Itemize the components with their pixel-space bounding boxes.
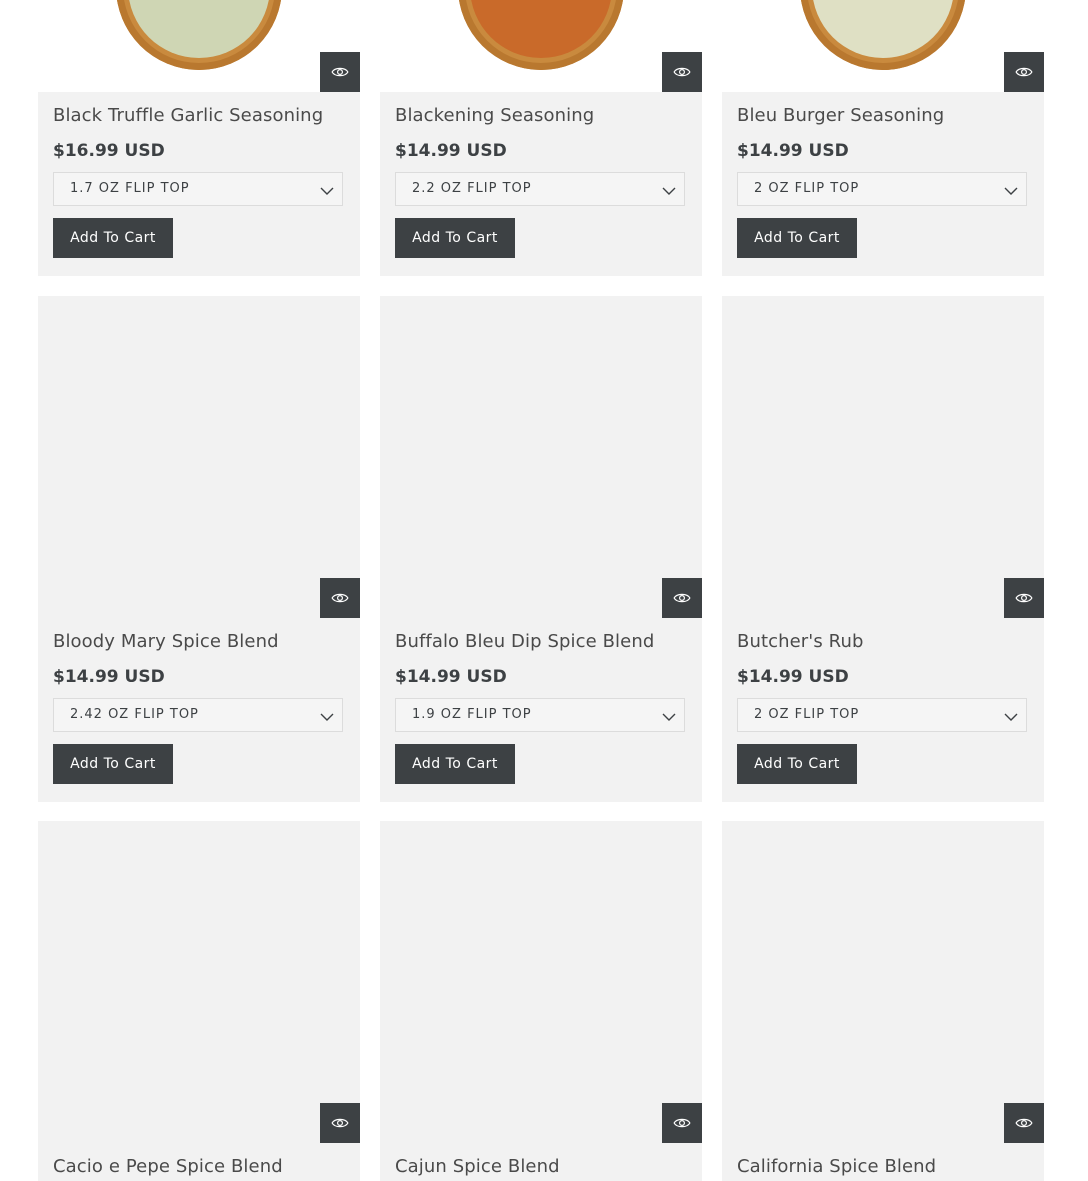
eye-icon <box>331 63 349 81</box>
product-image[interactable] <box>380 296 702 618</box>
add-to-cart-button[interactable]: Add To Cart <box>737 744 857 784</box>
eye-icon <box>673 63 691 81</box>
spice-bowl-image <box>458 0 624 70</box>
variant-selected-value: 2.2 OZ FLIP TOP <box>412 181 532 196</box>
product-image[interactable] <box>38 0 360 92</box>
product-title[interactable]: Buffalo Bleu Dip Spice Blend <box>395 631 654 652</box>
variant-select[interactable]: 2 OZ FLIP TOP <box>737 698 1027 732</box>
product-title[interactable]: California Spice Blend <box>737 1156 936 1177</box>
eye-icon <box>673 589 691 607</box>
product-card: Cacio e Pepe Spice Blend <box>38 821 360 1181</box>
eye-icon <box>673 1114 691 1132</box>
variant-select[interactable]: 1.9 OZ FLIP TOP <box>395 698 685 732</box>
product-card: Blackening Seasoning $14.99 USD 2.2 OZ FLI… <box>380 0 702 276</box>
product-title[interactable]: Butcher's Rub <box>737 631 863 652</box>
product-image[interactable] <box>722 296 1044 618</box>
product-image[interactable] <box>380 0 702 92</box>
product-card: Buffalo Bleu Dip Spice Blend $14.99 USD 1.… <box>380 296 702 802</box>
variant-select[interactable]: 1.7 OZ FLIP TOP <box>53 172 343 206</box>
eye-icon <box>1015 63 1033 81</box>
quick-view-button[interactable] <box>1004 52 1044 92</box>
product-price: $14.99 USD <box>737 141 849 161</box>
variant-selected-value: 1.9 OZ FLIP TOP <box>412 707 532 722</box>
product-grid: Black Truffle Garlic Seasoning $16.99 USD… <box>0 0 1088 1181</box>
product-image[interactable] <box>722 821 1044 1143</box>
chevron-down-icon <box>1004 709 1018 723</box>
quick-view-button[interactable] <box>662 52 702 92</box>
variant-select[interactable]: 2.2 OZ FLIP TOP <box>395 172 685 206</box>
product-title[interactable]: Cacio e Pepe Spice Blend <box>53 1156 283 1177</box>
variant-select[interactable]: 2 OZ FLIP TOP <box>737 172 1027 206</box>
quick-view-button[interactable] <box>662 578 702 618</box>
product-card: Cajun Spice Blend <box>380 821 702 1181</box>
variant-select[interactable]: 2.42 OZ FLIP TOP <box>53 698 343 732</box>
product-price: $16.99 USD <box>53 141 165 161</box>
variant-selected-value: 2.42 OZ FLIP TOP <box>70 707 199 722</box>
add-to-cart-button[interactable]: Add To Cart <box>395 744 515 784</box>
spice-bowl-image <box>116 0 282 70</box>
quick-view-button[interactable] <box>320 578 360 618</box>
product-title[interactable]: Black Truffle Garlic Seasoning <box>53 105 323 126</box>
chevron-down-icon <box>320 709 334 723</box>
product-price: $14.99 USD <box>737 667 849 687</box>
product-image[interactable] <box>722 0 1044 92</box>
add-to-cart-button[interactable]: Add To Cart <box>737 218 857 258</box>
product-card: Black Truffle Garlic Seasoning $16.99 USD… <box>38 0 360 276</box>
quick-view-button[interactable] <box>1004 578 1044 618</box>
product-image[interactable] <box>38 821 360 1143</box>
eye-icon <box>331 1114 349 1132</box>
product-title[interactable]: Cajun Spice Blend <box>395 1156 560 1177</box>
product-card: Bloody Mary Spice Blend $14.99 USD 2.42 OZ… <box>38 296 360 802</box>
product-card: Butcher's Rub $14.99 USD 2 OZ FLIP TOP Add … <box>722 296 1044 802</box>
quick-view-button[interactable] <box>1004 1103 1044 1143</box>
product-image[interactable] <box>380 821 702 1143</box>
chevron-down-icon <box>662 183 676 197</box>
product-price: $14.99 USD <box>395 667 507 687</box>
quick-view-button[interactable] <box>320 52 360 92</box>
add-to-cart-button[interactable]: Add To Cart <box>395 218 515 258</box>
add-to-cart-button[interactable]: Add To Cart <box>53 218 173 258</box>
product-price: $14.99 USD <box>395 141 507 161</box>
variant-selected-value: 2 OZ FLIP TOP <box>754 181 860 196</box>
chevron-down-icon <box>1004 183 1018 197</box>
add-to-cart-button[interactable]: Add To Cart <box>53 744 173 784</box>
quick-view-button[interactable] <box>320 1103 360 1143</box>
eye-icon <box>1015 1114 1033 1132</box>
product-image[interactable] <box>38 296 360 618</box>
product-title[interactable]: Bloody Mary Spice Blend <box>53 631 279 652</box>
product-card: Bleu Burger Seasoning $14.99 USD 2 OZ FLIP… <box>722 0 1044 276</box>
product-card: California Spice Blend <box>722 821 1044 1181</box>
variant-selected-value: 1.7 OZ FLIP TOP <box>70 181 190 196</box>
quick-view-button[interactable] <box>662 1103 702 1143</box>
spice-bowl-image <box>800 0 966 70</box>
product-title[interactable]: Bleu Burger Seasoning <box>737 105 944 126</box>
product-title[interactable]: Blackening Seasoning <box>395 105 594 126</box>
product-price: $14.99 USD <box>53 667 165 687</box>
chevron-down-icon <box>320 183 334 197</box>
variant-selected-value: 2 OZ FLIP TOP <box>754 707 860 722</box>
eye-icon <box>331 589 349 607</box>
eye-icon <box>1015 589 1033 607</box>
chevron-down-icon <box>662 709 676 723</box>
